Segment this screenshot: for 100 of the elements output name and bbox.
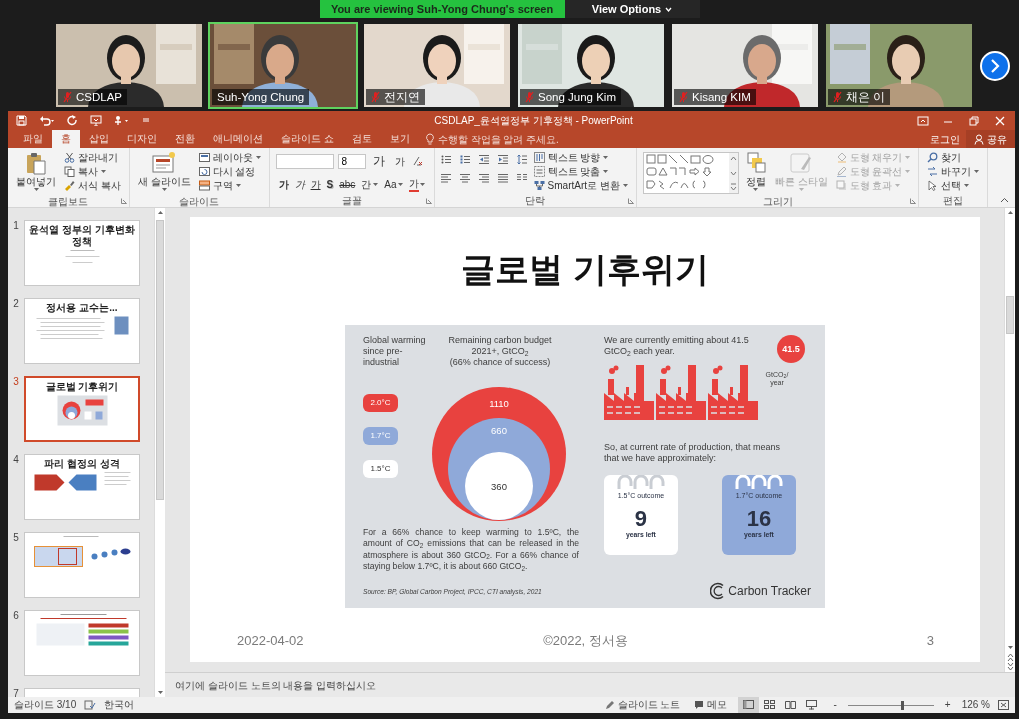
font-size-field[interactable]: 8 <box>337 154 366 169</box>
ribbon-tab[interactable]: 파일 <box>14 130 52 148</box>
scrollbar-thumb[interactable] <box>1006 296 1014 334</box>
ribbon-button[interactable]: 구역 <box>196 178 263 192</box>
undo-icon[interactable] <box>39 115 55 126</box>
scrollbar-thumb[interactable] <box>156 220 164 500</box>
group-label: 글꼴 <box>340 195 363 207</box>
fit-to-window-icon[interactable] <box>998 700 1009 710</box>
ribbon-tab[interactable]: 전환 <box>166 130 204 148</box>
pointer-icon[interactable] <box>114 115 130 126</box>
dialog-launcher-icon[interactable] <box>910 198 917 204</box>
zoom-out-button[interactable]: - <box>830 697 840 713</box>
format-button[interactable]: 간 <box>358 177 382 192</box>
collapse-ribbon-icon[interactable] <box>1000 197 1009 203</box>
ribbon-button[interactable]: 선택 <box>925 178 982 192</box>
dialog-launcher-icon[interactable] <box>627 198 634 204</box>
ribbon-button[interactable]: 서식 복사 <box>62 178 123 192</box>
slide-thumbnail[interactable]: 글로벌 기후위기 <box>24 376 140 442</box>
ribbon-display-icon[interactable] <box>917 115 929 126</box>
slide-thumbnail[interactable]: 정서용 교수는... <box>24 298 140 364</box>
format-button[interactable]: 가 <box>291 177 308 192</box>
line-spacing-icon[interactable] <box>516 154 528 165</box>
align-center-icon[interactable] <box>459 173 471 184</box>
shapes-gallery[interactable] <box>642 152 739 194</box>
format-button[interactable]: abc <box>336 177 359 192</box>
slide-number: 3 <box>12 376 20 389</box>
caret-icon <box>33 188 39 191</box>
save-icon[interactable] <box>16 115 27 126</box>
numbered-list-icon[interactable] <box>459 154 471 165</box>
tell-me-field[interactable]: 수행할 작업을 알려 주세요. <box>434 131 595 147</box>
sign-in-link[interactable]: 로그인 <box>924 131 966 147</box>
arrange-icon <box>744 151 767 175</box>
slide-number: 5 <box>12 532 20 545</box>
dialog-launcher-icon[interactable] <box>425 198 432 204</box>
previous-slide-button[interactable] <box>1005 652 1015 662</box>
ribbon-button[interactable]: 찾기 <box>925 150 982 164</box>
ribbon-tab[interactable]: 슬라이드 쇼 <box>272 130 343 148</box>
restore-icon[interactable] <box>967 115 981 126</box>
notes-field[interactable]: 여기에 슬라이드 노트의 내용을 입력하십시오 <box>173 676 573 694</box>
ribbon-button[interactable]: SmartArt로 변환 <box>531 178 630 192</box>
ribbon-button[interactable]: 다시 설정 <box>196 164 263 178</box>
justify-icon[interactable] <box>497 173 509 184</box>
format-button[interactable]: 가 <box>275 177 292 192</box>
bullet-list-icon[interactable] <box>440 154 452 165</box>
ribbon-button[interactable]: 텍스트 맞춤 <box>531 164 630 178</box>
font-size-button[interactable]: 가 <box>391 154 408 169</box>
ribbon-button[interactable]: 새 슬라이드 <box>135 150 193 196</box>
ribbon-button[interactable]: 붙여넣기 <box>14 150 58 196</box>
ribbon-tab[interactable]: 보기 <box>380 130 419 148</box>
slide-thumbnail[interactable]: 파리 협정의 성격 <box>24 454 140 520</box>
format-button[interactable]: 가 <box>307 177 324 192</box>
font-name-field[interactable] <box>275 154 334 169</box>
align-right-icon[interactable] <box>478 173 490 184</box>
close-icon[interactable] <box>993 115 1007 126</box>
slide-thumbnail[interactable]: 윤석열 정부의 기후변화 정책 <box>24 220 140 286</box>
caret-icon <box>665 6 673 12</box>
ribbon-button[interactable]: 정렬 <box>742 150 769 196</box>
spell-check-icon[interactable] <box>84 700 97 710</box>
slide-thumbnail[interactable] <box>24 532 140 598</box>
increase-indent-icon[interactable] <box>497 154 509 165</box>
ribbon-tab[interactable]: 애니메이션 <box>204 130 272 148</box>
slide-number: 1 <box>12 220 20 233</box>
format-button[interactable]: 가 <box>405 177 428 192</box>
pencil-icon <box>835 165 847 177</box>
font-size-button[interactable]: 가 <box>369 154 388 169</box>
scroll-down-button[interactable] <box>1005 644 1015 652</box>
caret-icon <box>753 188 759 191</box>
align-left-icon[interactable] <box>440 173 452 184</box>
ribbon-tab[interactable]: 홈 <box>52 130 80 148</box>
ribbon-button[interactable]: 복사 <box>62 164 123 178</box>
ribbon-button[interactable]: 텍스트 방향 <box>531 150 630 164</box>
ribbon-tab[interactable]: 삽입 <box>80 130 118 148</box>
notes-button[interactable]: 슬라이드 노트 <box>601 697 684 713</box>
zoom-in-button[interactable]: + <box>941 697 954 713</box>
next-slide-button[interactable] <box>1005 662 1015 672</box>
budget-value: 660 <box>491 425 507 436</box>
window-title: CSDLAP_윤석열정부 기후정책 - PowerPoint <box>433 114 634 128</box>
view-button[interactable] <box>738 697 760 713</box>
participant-name: Suh-Yong Chung <box>217 90 305 104</box>
presentation-icon[interactable] <box>90 115 102 126</box>
ribbon-button[interactable]: 잘라내기 <box>62 150 123 164</box>
format-button[interactable]: S <box>323 177 337 192</box>
caret-icon <box>964 183 970 187</box>
dialog-launcher-icon[interactable] <box>120 198 127 204</box>
comments-button[interactable]: 메모 <box>691 697 731 713</box>
redo-icon[interactable] <box>67 115 78 126</box>
slide-thumbnail[interactable] <box>24 610 140 676</box>
ribbon-button[interactable]: 바꾸기 <box>925 164 982 178</box>
participant-name: 채은 이 <box>846 90 886 104</box>
clear-formatting-icon[interactable] <box>411 156 423 167</box>
ribbon-button[interactable]: 레이아웃 <box>196 150 263 164</box>
next-page-button[interactable] <box>980 50 1010 81</box>
format-button[interactable]: Aa <box>381 177 406 192</box>
ribbon-tab[interactable]: 검토 <box>342 130 381 148</box>
share-button[interactable]: 공유 <box>966 130 1015 148</box>
ribbon-tab[interactable]: 디자인 <box>118 130 166 148</box>
decrease-indent-icon[interactable] <box>478 154 490 165</box>
view-options-button[interactable]: View Options <box>564 0 700 18</box>
muted-mic-icon <box>679 91 688 103</box>
slider-thumb[interactable] <box>900 700 904 710</box>
